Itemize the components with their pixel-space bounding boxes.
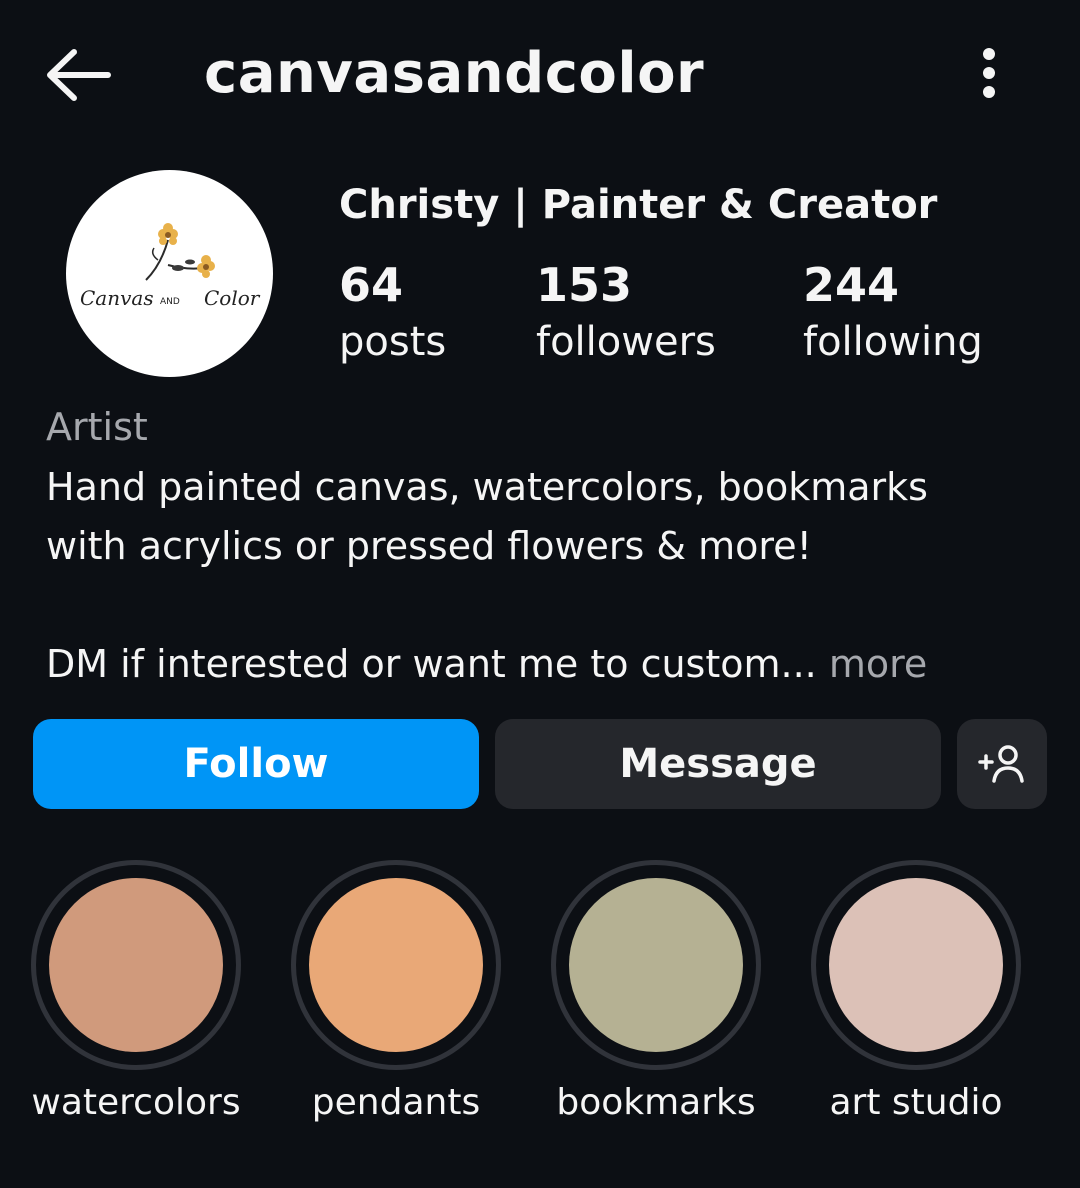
bio-blank-line <box>46 576 1046 635</box>
add-person-icon <box>978 745 1024 783</box>
bio-truncated-text: DM if interested or want me to custom... <box>46 642 817 686</box>
posts-count-stat[interactable]: 64 posts <box>339 256 446 370</box>
highlight-art-studio[interactable]: art studio <box>811 860 1021 1128</box>
bio-line: with acrylics or pressed flowers & more! <box>46 524 812 568</box>
highlight-ring <box>291 860 501 1070</box>
bio-line: DM if interested or want me to custom...… <box>46 635 1046 694</box>
logo-text-right: Color <box>204 286 261 310</box>
posts-count: 64 <box>339 258 404 312</box>
back-button[interactable] <box>40 40 116 110</box>
profile-category: Artist <box>46 405 148 449</box>
highlight-cover <box>569 878 743 1052</box>
posts-label: posts <box>339 319 447 365</box>
message-button[interactable]: Message <box>495 719 941 809</box>
username-title: canvasandcolor <box>204 41 705 106</box>
profile-bio: Hand painted canvas, watercolors, bookma… <box>46 458 1046 694</box>
suggested-users-button[interactable] <box>957 719 1047 809</box>
options-menu-button[interactable] <box>964 40 1014 110</box>
following-count-stat[interactable]: 244 following <box>803 256 983 370</box>
highlight-label: bookmarks <box>556 1082 756 1123</box>
highlight-label: art studio <box>829 1082 1003 1123</box>
highlight-ring <box>811 860 1021 1070</box>
profile-avatar[interactable]: Canvas AND Color <box>66 170 273 377</box>
back-arrow-icon <box>47 49 111 101</box>
logo-text-left: Canvas <box>80 286 154 310</box>
highlight-cover <box>49 878 223 1052</box>
profile-display-name: Christy | Painter & Creator <box>339 182 938 228</box>
highlight-label: watercolors <box>31 1082 241 1123</box>
highlight-label: pendants <box>311 1082 481 1123</box>
highlight-ring <box>31 860 241 1070</box>
highlight-cover <box>309 878 483 1052</box>
followers-count-stat[interactable]: 153 followers <box>536 256 716 370</box>
following-count: 244 <box>803 258 900 312</box>
follow-button[interactable]: Follow <box>33 719 479 809</box>
highlight-cover <box>829 878 1003 1052</box>
highlight-pendants[interactable]: pendants <box>291 860 501 1128</box>
bio-line: Hand painted canvas, watercolors, bookma… <box>46 465 928 509</box>
logo-text-middle: AND <box>160 297 180 307</box>
canvas-and-color-logo: Canvas AND Color <box>80 223 261 310</box>
highlight-ring <box>551 860 761 1070</box>
highlight-watercolors[interactable]: watercolors <box>31 860 241 1128</box>
highlight-bookmarks[interactable]: bookmarks <box>551 860 761 1128</box>
followers-label: followers <box>536 319 716 365</box>
followers-count: 153 <box>536 258 633 312</box>
following-label: following <box>803 319 983 365</box>
more-options-icon <box>983 48 995 98</box>
bio-more-link[interactable]: more <box>829 642 927 686</box>
